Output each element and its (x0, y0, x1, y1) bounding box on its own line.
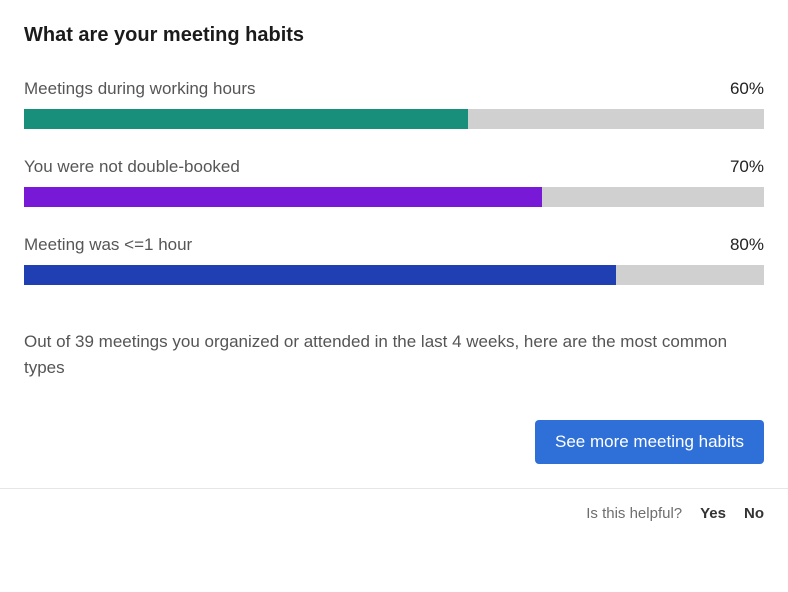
habit-percent: 70% (730, 157, 764, 177)
habit-percent: 60% (730, 79, 764, 99)
habit-label: Meetings during working hours (24, 79, 256, 99)
bar-fill (24, 109, 468, 129)
habits-list: Meetings during working hours 60% You were… (24, 79, 764, 313)
bar-fill (24, 265, 616, 285)
habit-row: Meeting was <=1 hour 80% (24, 235, 764, 255)
feedback-prompt: Is this helpful? (586, 505, 682, 522)
bar-track (24, 187, 764, 207)
habit-row: Meetings during working hours 60% (24, 79, 764, 99)
feedback-no-button[interactable]: No (744, 505, 764, 522)
bar-fill (24, 187, 542, 207)
bar-track (24, 265, 764, 285)
habit-label: You were not double-booked (24, 157, 240, 177)
feedback-row: Is this helpful? Yes No (24, 489, 764, 538)
habit-item: You were not double-booked 70% (24, 157, 764, 207)
cta-row: See more meeting habits (24, 420, 764, 464)
habit-item: Meeting was <=1 hour 80% (24, 235, 764, 285)
section-title: What are your meeting habits (24, 24, 764, 47)
see-more-button[interactable]: See more meeting habits (535, 420, 764, 464)
habit-label: Meeting was <=1 hour (24, 235, 192, 255)
habit-percent: 80% (730, 235, 764, 255)
bar-track (24, 109, 764, 129)
summary-text: Out of 39 meetings you organized or atte… (24, 329, 764, 380)
feedback-yes-button[interactable]: Yes (700, 505, 726, 522)
habit-item: Meetings during working hours 60% (24, 79, 764, 129)
habit-row: You were not double-booked 70% (24, 157, 764, 177)
